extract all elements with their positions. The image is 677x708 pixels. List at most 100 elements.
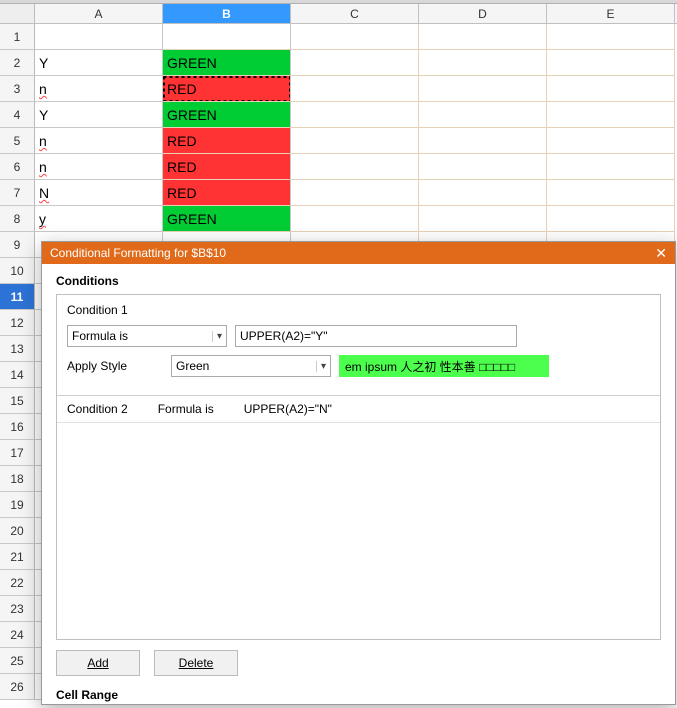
cell-empty[interactable] bbox=[547, 24, 675, 50]
apply-style-select[interactable]: Green ▾ bbox=[171, 355, 331, 377]
row-head[interactable]: 19 bbox=[0, 492, 35, 518]
row-head[interactable]: 23 bbox=[0, 596, 35, 622]
cell-a[interactable]: Y bbox=[35, 50, 163, 76]
condition-2-title: Condition 2 bbox=[67, 402, 128, 416]
row-head[interactable]: 13 bbox=[0, 336, 35, 362]
row-head[interactable]: 10 bbox=[0, 258, 35, 284]
row: 6nRED bbox=[0, 154, 677, 180]
cell-b[interactable] bbox=[163, 24, 291, 50]
row-head[interactable]: 12 bbox=[0, 310, 35, 336]
row-head[interactable]: 17 bbox=[0, 440, 35, 466]
cell-a[interactable]: n bbox=[35, 128, 163, 154]
column-headers: A B C D E bbox=[0, 4, 677, 24]
cell-empty[interactable] bbox=[547, 50, 675, 76]
dialog-body: Conditions Condition 1 Formula is ▾ UPPE… bbox=[42, 264, 675, 708]
cell-empty[interactable] bbox=[291, 24, 419, 50]
close-icon[interactable]: ✕ bbox=[655, 245, 667, 262]
cell-empty[interactable] bbox=[291, 154, 419, 180]
cell-b[interactable]: GREEN bbox=[163, 102, 291, 128]
row-head[interactable]: 7 bbox=[0, 180, 35, 206]
select-all-corner[interactable] bbox=[0, 4, 35, 23]
row-head[interactable]: 15 bbox=[0, 388, 35, 414]
cell-a[interactable] bbox=[35, 24, 163, 50]
row: 1 bbox=[0, 24, 677, 50]
cell-a[interactable]: y bbox=[35, 206, 163, 232]
style-preview-text: em ipsum 人之初 性本善 □□□□□ bbox=[345, 358, 515, 375]
col-head-e[interactable]: E bbox=[547, 4, 675, 23]
chevron-down-icon: ▾ bbox=[212, 331, 222, 342]
row: 7NRED bbox=[0, 180, 677, 206]
dialog-titlebar[interactable]: Conditional Formatting for $B$10 ✕ bbox=[42, 242, 675, 264]
cell-b[interactable]: RED bbox=[163, 128, 291, 154]
cell-empty[interactable] bbox=[291, 50, 419, 76]
row-head[interactable]: 3 bbox=[0, 76, 35, 102]
cell-empty[interactable] bbox=[419, 154, 547, 180]
cell-b[interactable]: GREEN bbox=[163, 50, 291, 76]
row: 5nRED bbox=[0, 128, 677, 154]
row-head[interactable]: 24 bbox=[0, 622, 35, 648]
cell-empty[interactable] bbox=[419, 206, 547, 232]
cell-b[interactable]: RED bbox=[163, 154, 291, 180]
cell-empty[interactable] bbox=[419, 76, 547, 102]
row-head[interactable]: 9 bbox=[0, 232, 35, 258]
row-head[interactable]: 21 bbox=[0, 544, 35, 570]
cell-empty[interactable] bbox=[547, 154, 675, 180]
condition-2[interactable]: Condition 2 Formula is UPPER(A2)="N" bbox=[57, 396, 660, 423]
dialog-title-text: Conditional Formatting for $B$10 bbox=[50, 246, 226, 260]
row-head[interactable]: 8 bbox=[0, 206, 35, 232]
cell-empty[interactable] bbox=[291, 128, 419, 154]
row-head[interactable]: 18 bbox=[0, 466, 35, 492]
cell-empty[interactable] bbox=[419, 128, 547, 154]
row-head[interactable]: 6 bbox=[0, 154, 35, 180]
row-head[interactable]: 14 bbox=[0, 362, 35, 388]
chevron-down-icon: ▾ bbox=[316, 361, 326, 372]
cell-empty[interactable] bbox=[547, 206, 675, 232]
row-head[interactable]: 4 bbox=[0, 102, 35, 128]
cell-a[interactable]: Y bbox=[35, 102, 163, 128]
cell-empty[interactable] bbox=[291, 180, 419, 206]
condition-type-select[interactable]: Formula is ▾ bbox=[67, 325, 227, 347]
row-head[interactable]: 20 bbox=[0, 518, 35, 544]
row-head[interactable]: 16 bbox=[0, 414, 35, 440]
cell-empty[interactable] bbox=[291, 76, 419, 102]
cell-a[interactable]: n bbox=[35, 76, 163, 102]
cell-empty[interactable] bbox=[547, 180, 675, 206]
condition-2-type: Formula is bbox=[158, 402, 214, 416]
cell-empty[interactable] bbox=[547, 76, 675, 102]
row-head[interactable]: 2 bbox=[0, 50, 35, 76]
condition-formula-input[interactable]: UPPER(A2)="Y" bbox=[235, 325, 517, 347]
col-head-d[interactable]: D bbox=[419, 4, 547, 23]
row: 8yGREEN bbox=[0, 206, 677, 232]
row-head[interactable]: 25 bbox=[0, 648, 35, 674]
row-head[interactable]: 22 bbox=[0, 570, 35, 596]
row-head[interactable]: 26 bbox=[0, 674, 35, 700]
cell-empty[interactable] bbox=[547, 102, 675, 128]
cell-empty[interactable] bbox=[419, 24, 547, 50]
cell-empty[interactable] bbox=[419, 102, 547, 128]
col-head-c[interactable]: C bbox=[291, 4, 419, 23]
condition-1[interactable]: Condition 1 Formula is ▾ UPPER(A2)="Y" A… bbox=[57, 295, 660, 396]
col-head-a[interactable]: A bbox=[35, 4, 163, 23]
row: 4YGREEN bbox=[0, 102, 677, 128]
add-button[interactable]: Add bbox=[56, 650, 140, 676]
cell-range-section-label: Cell Range bbox=[56, 688, 661, 702]
cell-b[interactable]: GREEN bbox=[163, 206, 291, 232]
cell-a[interactable]: N bbox=[35, 180, 163, 206]
condition-type-value: Formula is bbox=[72, 329, 128, 343]
condition-2-formula: UPPER(A2)="N" bbox=[244, 402, 332, 416]
row-head[interactable]: 1 bbox=[0, 24, 35, 50]
cell-empty[interactable] bbox=[419, 50, 547, 76]
cell-b[interactable]: RED bbox=[163, 76, 291, 102]
row-head[interactable]: 5 bbox=[0, 128, 35, 154]
cell-a[interactable]: n bbox=[35, 154, 163, 180]
cell-empty[interactable] bbox=[419, 180, 547, 206]
cell-empty[interactable] bbox=[291, 206, 419, 232]
delete-button[interactable]: Delete bbox=[154, 650, 238, 676]
cell-empty[interactable] bbox=[291, 102, 419, 128]
cell-empty[interactable] bbox=[547, 128, 675, 154]
cell-b[interactable]: RED bbox=[163, 180, 291, 206]
conditions-panel: Condition 1 Formula is ▾ UPPER(A2)="Y" A… bbox=[56, 294, 661, 640]
spreadsheet-area: A B C D E 12YGREEN3nRED4YGREEN5nRED6nRED… bbox=[0, 4, 677, 702]
row-head[interactable]: 11 bbox=[0, 284, 35, 310]
col-head-b[interactable]: B bbox=[163, 4, 291, 23]
